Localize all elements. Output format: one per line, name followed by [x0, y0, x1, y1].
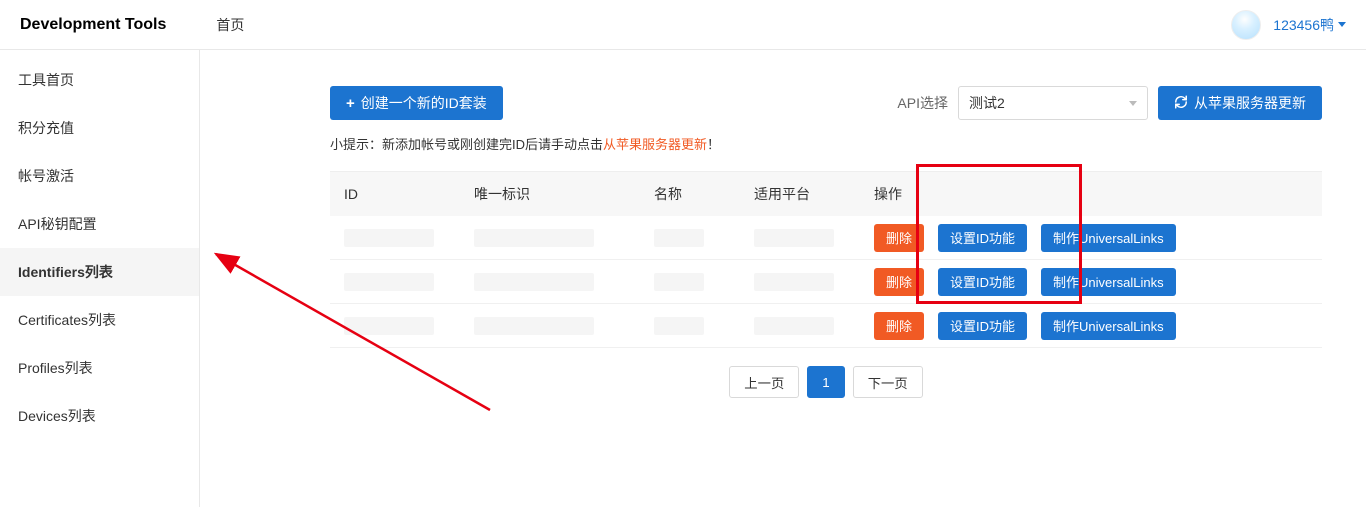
pagination: 上一页 1 下一页 [330, 366, 1322, 398]
toolbar: + 创建一个新的ID套装 API选择 测试2 从苹果服务器更新 [330, 86, 1322, 120]
plus-icon: + [346, 96, 355, 111]
sidebar-item-3[interactable]: API秘钥配置 [0, 200, 199, 248]
col-header-uid: 唯一标识 [474, 184, 654, 204]
avatar[interactable] [1231, 10, 1261, 40]
col-header-name: 名称 [654, 184, 754, 204]
next-page-button[interactable]: 下一页 [853, 366, 923, 398]
hint-suffix: ！ [707, 137, 720, 152]
cell-name [654, 317, 704, 335]
header-left: Development Tools 首页 [20, 15, 244, 35]
table-row: 删除设置ID功能制作UniversalLinks [330, 260, 1322, 304]
sidebar-item-7[interactable]: Devices列表 [0, 392, 199, 440]
sidebar-item-2[interactable]: 帐号激活 [0, 152, 199, 200]
cell-id [344, 317, 434, 335]
make-universal-links-button[interactable]: 制作UniversalLinks [1041, 312, 1176, 340]
sidebar-item-4[interactable]: Identifiers列表 [0, 248, 199, 296]
page-1-button[interactable]: 1 [807, 366, 844, 398]
col-header-id: ID [344, 186, 474, 202]
main-content: + 创建一个新的ID套装 API选择 测试2 从苹果服务器更新 [200, 50, 1366, 507]
top-header: Development Tools 首页 123456鸭 [0, 0, 1366, 50]
prev-page-button[interactable]: 上一页 [729, 366, 799, 398]
cell-uid [474, 273, 594, 291]
delete-button[interactable]: 删除 [874, 268, 924, 296]
make-universal-links-button[interactable]: 制作UniversalLinks [1041, 268, 1176, 296]
delete-button[interactable]: 删除 [874, 224, 924, 252]
refresh-label: 从苹果服务器更新 [1194, 93, 1306, 113]
api-select-value: 测试2 [969, 93, 1005, 113]
table-row: 删除设置ID功能制作UniversalLinks [330, 304, 1322, 348]
hint-prefix: 小提示：新添加帐号或刚创建完ID后请手动点击 [330, 137, 603, 152]
delete-button[interactable]: 删除 [874, 312, 924, 340]
table-header-row: ID 唯一标识 名称 适用平台 操作 [330, 172, 1322, 216]
header-right: 123456鸭 [1231, 10, 1346, 40]
col-header-operation: 操作 [874, 184, 1308, 204]
set-id-button[interactable]: 设置ID功能 [938, 312, 1027, 340]
cell-platform [754, 273, 834, 291]
table-row: 删除设置ID功能制作UniversalLinks [330, 216, 1322, 260]
api-select-group: API选择 测试2 从苹果服务器更新 [897, 86, 1322, 120]
api-select-label: API选择 [897, 93, 948, 113]
set-id-button[interactable]: 设置ID功能 [938, 224, 1027, 252]
hint-text: 小提示：新添加帐号或刚创建完ID后请手动点击从苹果服务器更新！ [330, 134, 1322, 153]
user-menu[interactable]: 123456鸭 [1273, 15, 1346, 35]
cell-name [654, 273, 704, 291]
cell-uid [474, 229, 594, 247]
refresh-icon [1174, 95, 1188, 112]
cell-platform [754, 317, 834, 335]
chevron-down-icon [1129, 101, 1137, 106]
sidebar-item-0[interactable]: 工具首页 [0, 56, 199, 104]
brand-title: Development Tools [20, 16, 166, 34]
api-select[interactable]: 测试2 [958, 86, 1148, 120]
col-header-platform: 适用平台 [754, 184, 874, 204]
cell-platform [754, 229, 834, 247]
nav-home[interactable]: 首页 [216, 15, 244, 35]
sidebar-item-1[interactable]: 积分充值 [0, 104, 199, 152]
username-label: 123456鸭 [1273, 15, 1334, 35]
sidebar: 工具首页积分充值帐号激活API秘钥配置Identifiers列表Certific… [0, 50, 200, 507]
sidebar-item-6[interactable]: Profiles列表 [0, 344, 199, 392]
create-id-label: 创建一个新的ID套装 [361, 93, 487, 113]
hint-link: 从苹果服务器更新 [603, 137, 707, 152]
chevron-down-icon [1338, 22, 1346, 27]
cell-name [654, 229, 704, 247]
sidebar-item-5[interactable]: Certificates列表 [0, 296, 199, 344]
create-id-button[interactable]: + 创建一个新的ID套装 [330, 86, 503, 120]
make-universal-links-button[interactable]: 制作UniversalLinks [1041, 224, 1176, 252]
cell-id [344, 273, 434, 291]
set-id-button[interactable]: 设置ID功能 [938, 268, 1027, 296]
cell-id [344, 229, 434, 247]
refresh-from-apple-button[interactable]: 从苹果服务器更新 [1158, 86, 1322, 120]
cell-uid [474, 317, 594, 335]
identifiers-table: ID 唯一标识 名称 适用平台 操作 删除设置ID功能制作UniversalLi… [330, 171, 1322, 348]
